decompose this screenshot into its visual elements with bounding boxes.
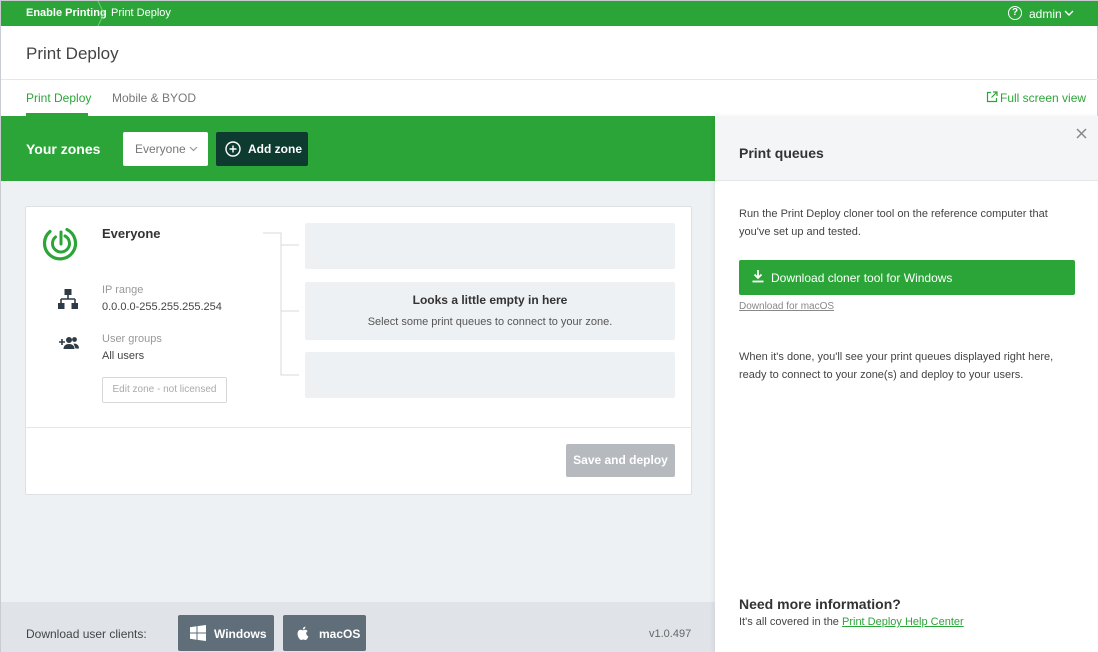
edit-zone-button[interactable]: Edit zone - not licensed bbox=[102, 377, 227, 403]
save-and-deploy-button[interactable]: Save and deploy bbox=[566, 444, 675, 477]
tab-mobile-byod[interactable]: Mobile & BYOD bbox=[112, 91, 196, 105]
zones-toolbar bbox=[1, 116, 715, 181]
add-zone-button[interactable]: Add zone bbox=[216, 132, 308, 166]
help-icon[interactable]: ? bbox=[1008, 6, 1022, 20]
add-user-group-icon bbox=[59, 337, 79, 349]
queue-placeholder-top bbox=[305, 223, 675, 269]
zone-filter-value: Everyone bbox=[135, 142, 186, 156]
user-groups-label: User groups bbox=[102, 333, 162, 345]
empty-state-subtitle: Select some print queues to connect to y… bbox=[367, 316, 613, 328]
download-cloner-windows-label: Download cloner tool for Windows bbox=[771, 271, 953, 285]
breadcrumb-separator-icon bbox=[97, 1, 105, 26]
download-cloner-windows-button[interactable]: Download cloner tool for Windows bbox=[739, 260, 1075, 295]
download-clients-label: Download user clients: bbox=[26, 627, 147, 641]
zones-title: Your zones bbox=[26, 141, 101, 157]
help-center-link[interactable]: Print Deploy Help Center bbox=[842, 616, 964, 628]
macos-client-label: macOS bbox=[319, 627, 361, 641]
breadcrumb-print-deploy: Print Deploy bbox=[111, 7, 171, 19]
download-macos-link[interactable]: Download for macOS bbox=[739, 301, 834, 312]
help-center-text: It's all covered in the Print Deploy Hel… bbox=[739, 616, 964, 628]
queue-connector-lines bbox=[263, 232, 299, 376]
external-link-icon[interactable] bbox=[986, 91, 998, 103]
version-label: v1.0.497 bbox=[649, 628, 692, 640]
macos-client-button[interactable]: macOS bbox=[283, 615, 366, 651]
top-bar: Enable Printing Print Deploy ? admin bbox=[1, 1, 1098, 26]
plus-circle-icon bbox=[225, 141, 241, 157]
windows-client-button[interactable]: Windows bbox=[178, 615, 274, 651]
queue-placeholder-bottom bbox=[305, 352, 675, 398]
download-icon bbox=[752, 270, 764, 283]
windows-client-label: Windows bbox=[214, 627, 267, 641]
zone-name: Everyone bbox=[102, 226, 161, 241]
empty-state-title: Looks a little empty in here bbox=[412, 293, 568, 307]
help-center-prefix: It's all covered in the bbox=[739, 616, 842, 628]
zone-power-icon bbox=[42, 227, 78, 261]
zone-filter-select[interactable]: Everyone bbox=[123, 132, 208, 166]
apple-icon bbox=[297, 626, 309, 640]
windows-icon bbox=[190, 625, 206, 641]
network-icon bbox=[58, 289, 78, 309]
queue-placeholder-middle bbox=[305, 282, 675, 340]
user-groups-value: All users bbox=[102, 350, 145, 362]
chevron-down-icon[interactable] bbox=[1064, 8, 1074, 18]
ip-range-label: IP range bbox=[102, 284, 144, 296]
tab-print-deploy[interactable]: Print Deploy bbox=[26, 91, 91, 105]
page-title: Print Deploy bbox=[26, 44, 119, 63]
close-icon[interactable] bbox=[1075, 127, 1088, 140]
print-queues-panel bbox=[715, 116, 1098, 652]
ip-range-value: 0.0.0.0-255.255.255.254 bbox=[102, 301, 222, 313]
chevron-down-icon bbox=[189, 146, 198, 152]
breadcrumb-enable-printing[interactable]: Enable Printing bbox=[26, 7, 107, 19]
add-zone-label: Add zone bbox=[248, 142, 302, 156]
user-menu[interactable]: admin bbox=[1029, 7, 1062, 21]
full-screen-view-link[interactable]: Full screen view bbox=[1000, 91, 1086, 105]
need-info-heading: Need more information? bbox=[739, 596, 901, 612]
card-divider bbox=[25, 427, 692, 428]
header-divider bbox=[1, 79, 1098, 80]
panel-after-text: When it's done, you'll see your print qu… bbox=[739, 351, 1054, 381]
print-queues-title: Print queues bbox=[739, 145, 824, 161]
panel-intro-text: Run the Print Deploy cloner tool on the … bbox=[739, 208, 1048, 238]
